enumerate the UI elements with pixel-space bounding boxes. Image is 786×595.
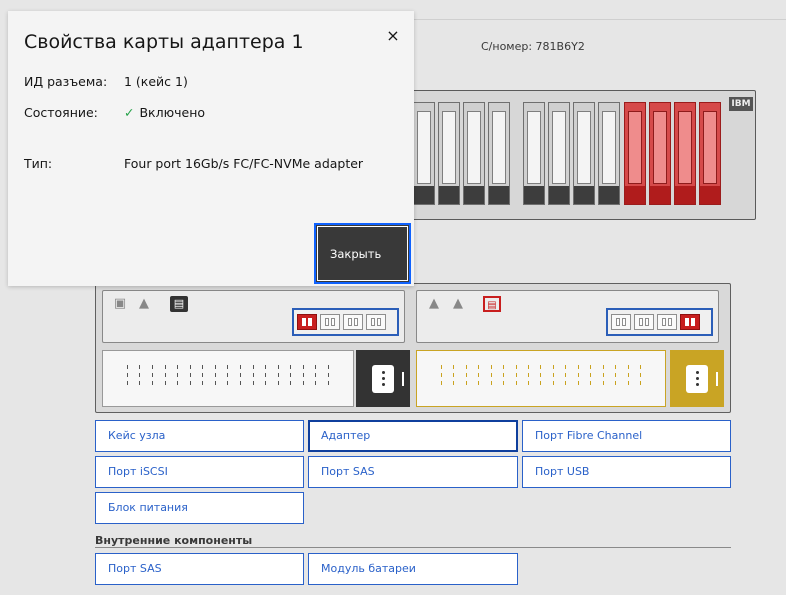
adapter-card-right[interactable] [606,308,713,336]
drive-slot[interactable] [463,102,485,205]
drive-slot[interactable] [523,102,545,205]
node-case-button[interactable]: Кейс узла [95,420,304,452]
status-value: ✓ Включено [124,105,205,120]
status-text: Включено [139,105,206,120]
ibm-logo: IBM [729,97,753,111]
service-port-fault-icon[interactable]: ▤ [483,296,501,312]
power-socket-warning-icon[interactable] [670,350,724,407]
adapter-properties-modal: Свойства карты адаптера 1 × ИД разъема: … [8,11,414,286]
close-button[interactable]: Закрыть [314,223,411,284]
power-socket-icon[interactable] [356,350,410,407]
ethernet-port-icon[interactable]: ▣ [111,296,129,312]
slot-id-value: 1 (кейс 1) [124,74,188,89]
drive-slot-fault[interactable] [624,102,646,205]
usb-port-button[interactable]: Порт USB [522,456,731,488]
fc-port[interactable] [320,314,340,330]
battery-module-button[interactable]: Модуль батареи [308,553,518,585]
internal-components-heading: Внутренние компоненты [95,534,253,547]
modal-title: Свойства карты адаптера 1 [24,31,304,53]
status-label: Состояние: [24,105,98,120]
slot-id-label: ИД разъема: [24,74,108,89]
type-label: Тип: [24,156,53,171]
network-port-icon[interactable]: ▲ [135,296,153,312]
adapter-card-left[interactable] [292,308,399,336]
power-supply-right[interactable] [416,350,666,407]
fc-port[interactable] [634,314,654,330]
drive-slot-fault[interactable] [674,102,696,205]
drive-slot[interactable] [438,102,460,205]
fc-port[interactable] [343,314,363,330]
fibre-channel-port-button[interactable]: Порт Fibre Channel [522,420,731,452]
fc-port-fault[interactable] [297,314,317,330]
sas-port-button[interactable]: Порт SAS [308,456,518,488]
drive-slot[interactable] [413,102,435,205]
serial-number: С/номер: 781B6Y2 [481,40,585,53]
power-supply-button[interactable]: Блок питания [95,492,304,524]
fc-port[interactable] [611,314,631,330]
section-divider [95,547,731,548]
power-supply-left[interactable] [102,350,354,407]
fc-port-fault[interactable] [680,314,700,330]
network-port-icon[interactable]: ▲ [449,296,467,312]
header-divider [414,19,786,20]
fc-port[interactable] [366,314,386,330]
drive-slot[interactable] [488,102,510,205]
fc-port[interactable] [657,314,677,330]
drive-slot-fault[interactable] [649,102,671,205]
iscsi-port-button[interactable]: Порт iSCSI [95,456,304,488]
internal-sas-port-button[interactable]: Порт SAS [95,553,304,585]
adapter-button[interactable]: Адаптер [308,420,518,452]
checkmark-icon: ✓ [124,105,135,120]
drive-slot[interactable] [548,102,570,205]
service-port-icon[interactable]: ▤ [170,296,188,312]
drive-slot[interactable] [598,102,620,205]
ethernet-port-icon[interactable]: ▲ [425,296,443,312]
type-value: Four port 16Gb/s FC/FC-NVMe adapter [124,156,364,171]
close-icon[interactable]: × [382,25,404,47]
drive-slot[interactable] [573,102,595,205]
drive-slot-fault[interactable] [699,102,721,205]
